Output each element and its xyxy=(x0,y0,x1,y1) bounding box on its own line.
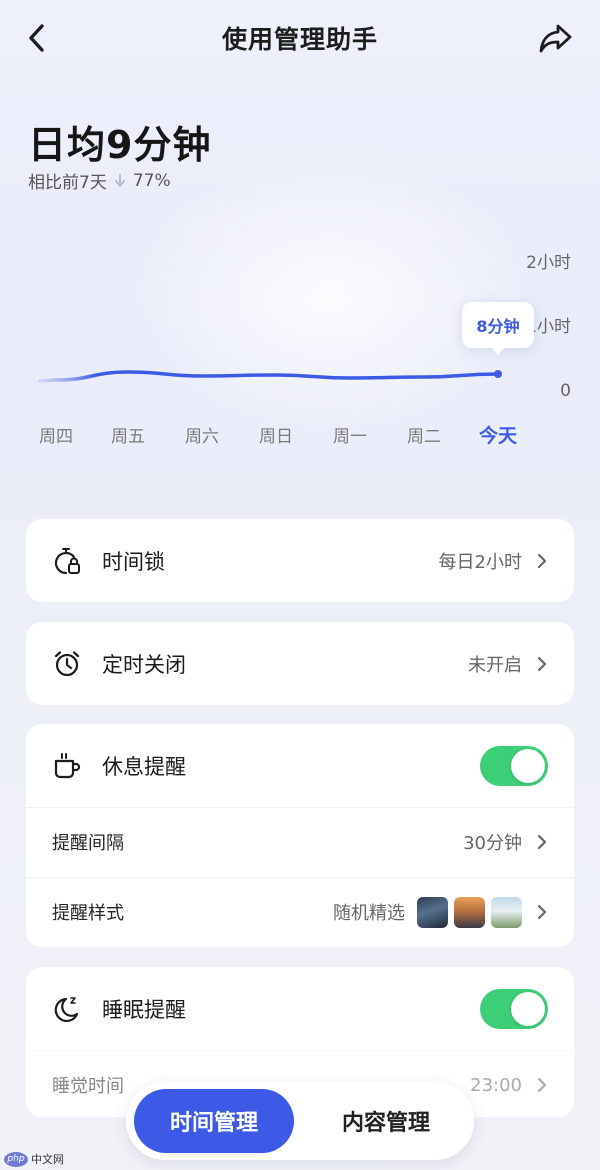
time-lock-value: 每日2小时 xyxy=(438,551,522,573)
tooltip-text: 8分钟 xyxy=(476,317,519,336)
rest-reminder-card: 休息提醒 提醒间隔 30分钟 提醒样式 随机精选 xyxy=(26,724,574,947)
watermark-logo: php xyxy=(4,1151,28,1167)
alarm-clock-icon xyxy=(54,650,80,676)
share-icon[interactable] xyxy=(536,20,576,56)
reminder-interval-label: 提醒间隔 xyxy=(52,833,124,854)
usage-chart: 2小时 1小时 0 8分钟 周四 周五 周六 周日 周一 周二 今天 xyxy=(0,240,600,460)
x-category-label: 周六 xyxy=(185,427,219,447)
tab-content-management[interactable]: 内容管理 xyxy=(306,1089,466,1153)
watermark-text: 中文网 xyxy=(31,1153,64,1166)
sleep-reminder-label: 睡眠提醒 xyxy=(102,997,186,1022)
reminder-interval-value: 30分钟 xyxy=(463,833,522,854)
rest-reminder-row: 休息提醒 xyxy=(26,724,574,807)
x-category-label: 周一 xyxy=(333,427,367,447)
nav-bar: 使用管理助手 xyxy=(0,0,600,76)
tab-time-management[interactable]: 时间管理 xyxy=(134,1089,294,1153)
x-category-label: 周二 xyxy=(407,427,441,447)
chevron-right-icon xyxy=(537,553,547,568)
down-arrow-icon xyxy=(114,173,125,187)
chevron-right-icon xyxy=(537,656,547,671)
time-lock-label: 时间锁 xyxy=(102,549,165,574)
chevron-right-icon xyxy=(537,1077,547,1093)
watermark: php 中文网 xyxy=(4,1151,64,1167)
x-category-label: 周四 xyxy=(39,427,73,447)
x-category-label: 今天 xyxy=(478,424,518,447)
toggle-knob xyxy=(511,991,545,1026)
x-category-label: 周五 xyxy=(111,427,145,447)
daily-average-title: 日均9分钟 xyxy=(28,123,212,167)
comparison-row: 相比前7天 77% xyxy=(28,168,171,194)
bedtime-label: 睡觉时间 xyxy=(52,1076,124,1097)
chevron-right-icon xyxy=(537,904,547,920)
moon-sleep-icon xyxy=(54,996,79,1022)
style-thumbnail xyxy=(454,896,485,928)
comparison-label: 相比前7天 xyxy=(28,173,107,193)
usage-chart-svg: 2小时1小时08分钟周四 周五 周六 周日 周一 周二 今天 xyxy=(38,253,571,447)
bottom-tab-switcher: 时间管理 内容管理 xyxy=(126,1082,474,1160)
sleep-reminder-toggle[interactable] xyxy=(480,988,548,1029)
reminder-interval-row[interactable]: 提醒间隔 30分钟 xyxy=(26,807,574,877)
y-tick-label: 0 xyxy=(560,381,571,401)
reminder-style-row[interactable]: 提醒样式 随机精选 xyxy=(26,877,574,947)
scheduled-close-label: 定时关闭 xyxy=(102,652,186,677)
reminder-style-label: 提醒样式 xyxy=(52,903,124,924)
rest-reminder-label: 休息提醒 xyxy=(102,754,186,779)
tooltip-pointer xyxy=(491,347,505,355)
style-thumbnail xyxy=(417,896,448,928)
scheduled-close-value: 未开启 xyxy=(468,654,522,676)
sleep-reminder-row: 睡眠提醒 xyxy=(26,967,574,1050)
coffee-cup-icon xyxy=(54,752,81,778)
divider xyxy=(26,1050,574,1051)
x-category-label: 周日 xyxy=(259,427,293,447)
comparison-change: 77% xyxy=(132,170,171,191)
page-title: 使用管理助手 xyxy=(221,25,378,54)
reminder-style-value: 随机精选 xyxy=(333,903,405,924)
chevron-right-icon xyxy=(537,834,547,850)
divider xyxy=(26,877,574,878)
rest-reminder-toggle[interactable] xyxy=(480,745,548,786)
time-lock-row[interactable]: 时间锁 每日2小时 xyxy=(26,519,574,602)
divider xyxy=(26,807,574,808)
style-thumbnail xyxy=(491,896,522,928)
today-data-point xyxy=(494,370,502,378)
bedtime-value: 23:00 xyxy=(470,1074,522,1096)
style-thumbnails xyxy=(417,896,522,928)
y-tick-label: 2小时 xyxy=(526,253,571,273)
toggle-knob xyxy=(511,748,545,783)
usage-line xyxy=(38,370,500,383)
scheduled-close-card: 定时关闭 未开启 xyxy=(26,622,574,705)
time-lock-card: 时间锁 每日2小时 xyxy=(26,519,574,602)
timer-lock-icon xyxy=(54,547,80,574)
scheduled-close-row[interactable]: 定时关闭 未开启 xyxy=(26,622,574,705)
